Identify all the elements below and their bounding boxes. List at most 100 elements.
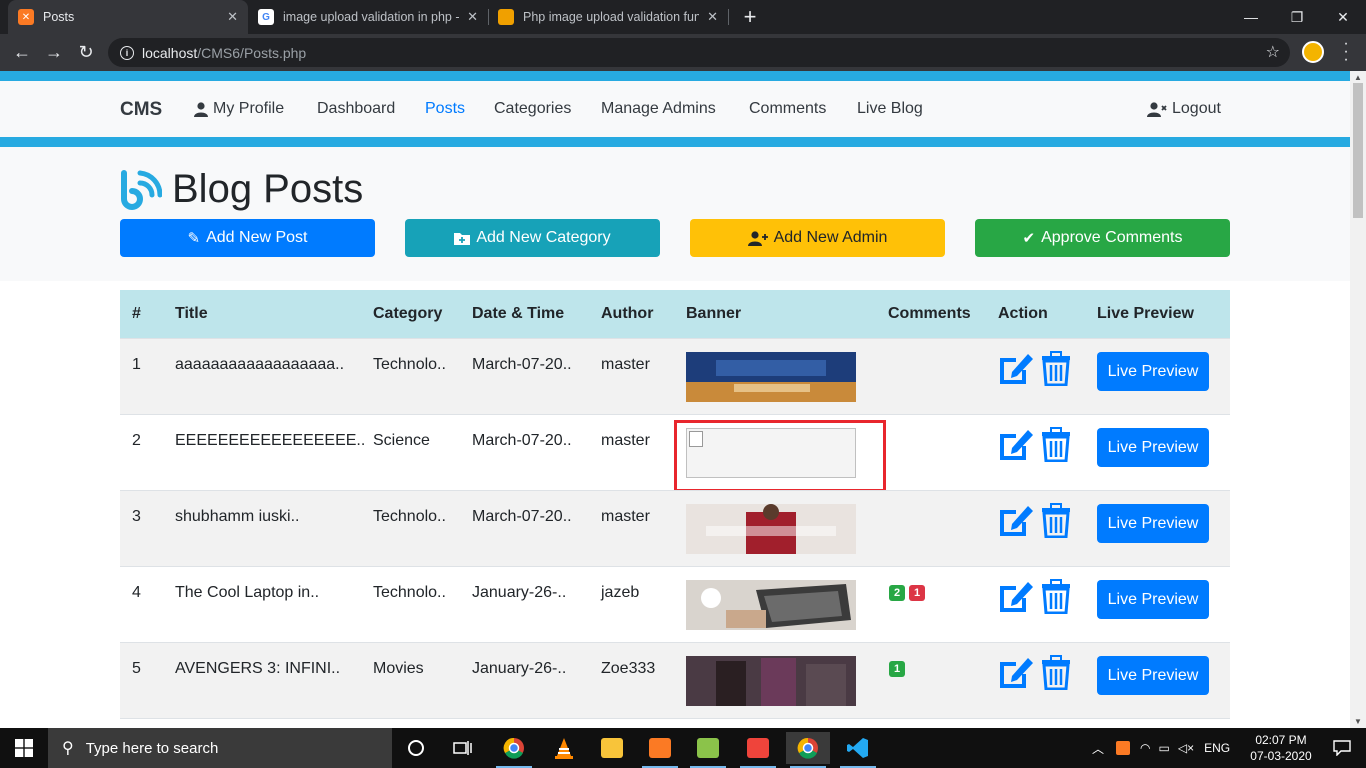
trash-icon[interactable] — [1038, 502, 1074, 538]
show-hidden-icons-icon[interactable]: ︿ — [1092, 740, 1104, 757]
cortana-button[interactable] — [394, 732, 438, 764]
xampp-favicon-icon: ✕ — [18, 9, 34, 25]
minimize-button[interactable]: — — [1228, 0, 1274, 34]
close-window-button[interactable]: ✕ — [1320, 0, 1366, 34]
xampp-taskbar-app[interactable] — [638, 732, 682, 768]
button-label: Live Preview — [1107, 514, 1199, 532]
live-preview-button[interactable]: Live Preview — [1097, 656, 1209, 695]
post-date: January-26-.. — [472, 660, 567, 677]
add-new-category-button[interactable]: Add New Category — [405, 219, 660, 257]
restore-button[interactable]: ❐ — [1274, 0, 1320, 34]
profile-avatar[interactable] — [1302, 41, 1324, 63]
post-date: January-26-.. — [472, 584, 567, 601]
language-indicator[interactable]: ENG — [1204, 741, 1230, 755]
scroll-up-arrow-icon[interactable]: ▲ — [1354, 73, 1362, 82]
scrollbar-thumb[interactable] — [1353, 83, 1363, 218]
nav-comments[interactable]: Comments — [749, 100, 826, 118]
nav-live-blog[interactable]: Live Blog — [857, 100, 923, 118]
vlc-cone-icon — [555, 738, 573, 759]
start-button[interactable] — [0, 728, 48, 768]
user-icon — [194, 101, 208, 117]
trash-icon[interactable] — [1038, 426, 1074, 462]
nav-label: My Profile — [213, 100, 285, 117]
nav-my-profile[interactable]: My Profile — [194, 100, 284, 118]
nav-label: Comments — [749, 100, 827, 117]
volume-muted-icon[interactable]: ◁× — [1178, 741, 1194, 755]
edit-icon[interactable] — [998, 426, 1034, 462]
trash-icon[interactable] — [1038, 350, 1074, 386]
vlc-taskbar-app[interactable] — [542, 732, 586, 764]
tab-separator — [728, 9, 729, 25]
close-tab-icon[interactable]: ✕ — [707, 9, 718, 25]
approve-comments-button[interactable]: ✔ Approve Comments — [975, 219, 1230, 257]
nav-dashboard[interactable]: Dashboard — [317, 100, 395, 118]
tab-posts[interactable]: ✕ Posts ✕ — [8, 0, 248, 34]
close-tab-icon[interactable]: ✕ — [227, 9, 238, 25]
close-tab-icon[interactable]: ✕ — [467, 9, 478, 25]
notepad-icon — [697, 738, 719, 758]
cortana-circle-icon — [408, 740, 424, 756]
trash-icon[interactable] — [1038, 654, 1074, 690]
nav-posts[interactable]: Posts — [425, 100, 465, 118]
table-row: 1 aaaaaaaaaaaaaaaaaa.. Technolo.. March-… — [120, 338, 1230, 414]
url-path: /CMS6/Posts.php — [197, 44, 307, 61]
tab-image-upload[interactable]: G image upload validation in php - ✕ — [248, 0, 488, 34]
approved-comments-badge: 2 — [889, 585, 905, 601]
row-number: 5 — [132, 660, 141, 677]
xampp-icon — [649, 738, 671, 758]
tab-php-validation[interactable]: Php image upload validation func ✕ — [488, 0, 728, 34]
user-times-icon — [1147, 101, 1167, 117]
web-page: CMS My Profile Dashboard Posts Categorie… — [0, 71, 1350, 728]
vscode-taskbar-app[interactable] — [836, 732, 880, 768]
live-preview-button[interactable]: Live Preview — [1097, 504, 1209, 543]
edit-icon[interactable] — [998, 654, 1034, 690]
xampp-tray-icon[interactable] — [1116, 741, 1131, 755]
taskbar-search-input[interactable]: ⚲ Type here to search — [48, 728, 392, 768]
add-new-post-button[interactable]: ✎ Add New Post — [120, 219, 375, 257]
chrome-active-taskbar-app[interactable] — [786, 732, 830, 768]
table-header: # Title Category Date & Time Author Bann… — [120, 290, 1230, 338]
file-explorer-taskbar-app[interactable] — [590, 732, 634, 764]
bookmark-star-icon[interactable]: ☆ — [1266, 42, 1280, 62]
reload-button[interactable]: ↻ — [74, 40, 98, 64]
page-scrollbar[interactable]: ▲ ▼ — [1350, 71, 1366, 728]
post-category: Technolo.. — [373, 356, 446, 373]
action-center-button[interactable] — [1320, 732, 1364, 764]
page-title-text: Blog Posts — [172, 167, 364, 211]
post-category: Science — [373, 432, 430, 449]
wifi-icon[interactable]: ◠ — [1140, 741, 1150, 755]
add-new-admin-button[interactable]: Add New Admin — [690, 219, 945, 257]
info-icon[interactable]: i — [120, 45, 134, 60]
browser-menu-icon[interactable]: · · · — [1336, 36, 1356, 68]
edit-icon[interactable] — [998, 502, 1034, 538]
live-preview-button[interactable]: Live Preview — [1097, 352, 1209, 391]
edit-icon[interactable] — [998, 578, 1034, 614]
banner-image — [686, 656, 856, 706]
task-view-button[interactable] — [441, 732, 485, 764]
address-bar[interactable]: i localhost/CMS6/Posts.php ☆ — [108, 38, 1290, 67]
top-accent-bar — [0, 71, 1350, 81]
chrome-taskbar-app[interactable] — [492, 732, 536, 768]
url-host: localhost — [142, 44, 198, 61]
new-tab-button[interactable]: + — [737, 4, 763, 30]
nav-categories[interactable]: Categories — [494, 100, 571, 118]
blog-logo-icon — [121, 169, 162, 210]
anydesk-taskbar-app[interactable] — [736, 732, 780, 768]
brand-logo[interactable]: CMS — [120, 99, 162, 121]
back-button[interactable]: ← — [10, 40, 34, 64]
notepad-taskbar-app[interactable] — [686, 732, 730, 768]
network-icon[interactable]: ▭ — [1159, 741, 1170, 755]
live-preview-button[interactable]: Live Preview — [1097, 580, 1209, 619]
post-category: Movies — [373, 660, 424, 677]
logout-link[interactable]: Logout — [1147, 100, 1221, 118]
table-row: 3 shubhamm iuski.. Technolo.. March-07-2… — [120, 490, 1230, 566]
live-preview-button[interactable]: Live Preview — [1097, 428, 1209, 467]
pending-comments-badge: 1 — [909, 585, 925, 601]
scroll-down-arrow-icon[interactable]: ▼ — [1354, 717, 1362, 726]
trash-icon[interactable] — [1038, 578, 1074, 614]
taskbar-clock[interactable]: 02:07 PM 07-03-2020 — [1244, 732, 1318, 764]
edit-icon[interactable] — [998, 350, 1034, 386]
nav-manage-admins[interactable]: Manage Admins — [601, 100, 716, 118]
post-author: master — [601, 356, 650, 373]
forward-button[interactable]: → — [42, 40, 66, 64]
